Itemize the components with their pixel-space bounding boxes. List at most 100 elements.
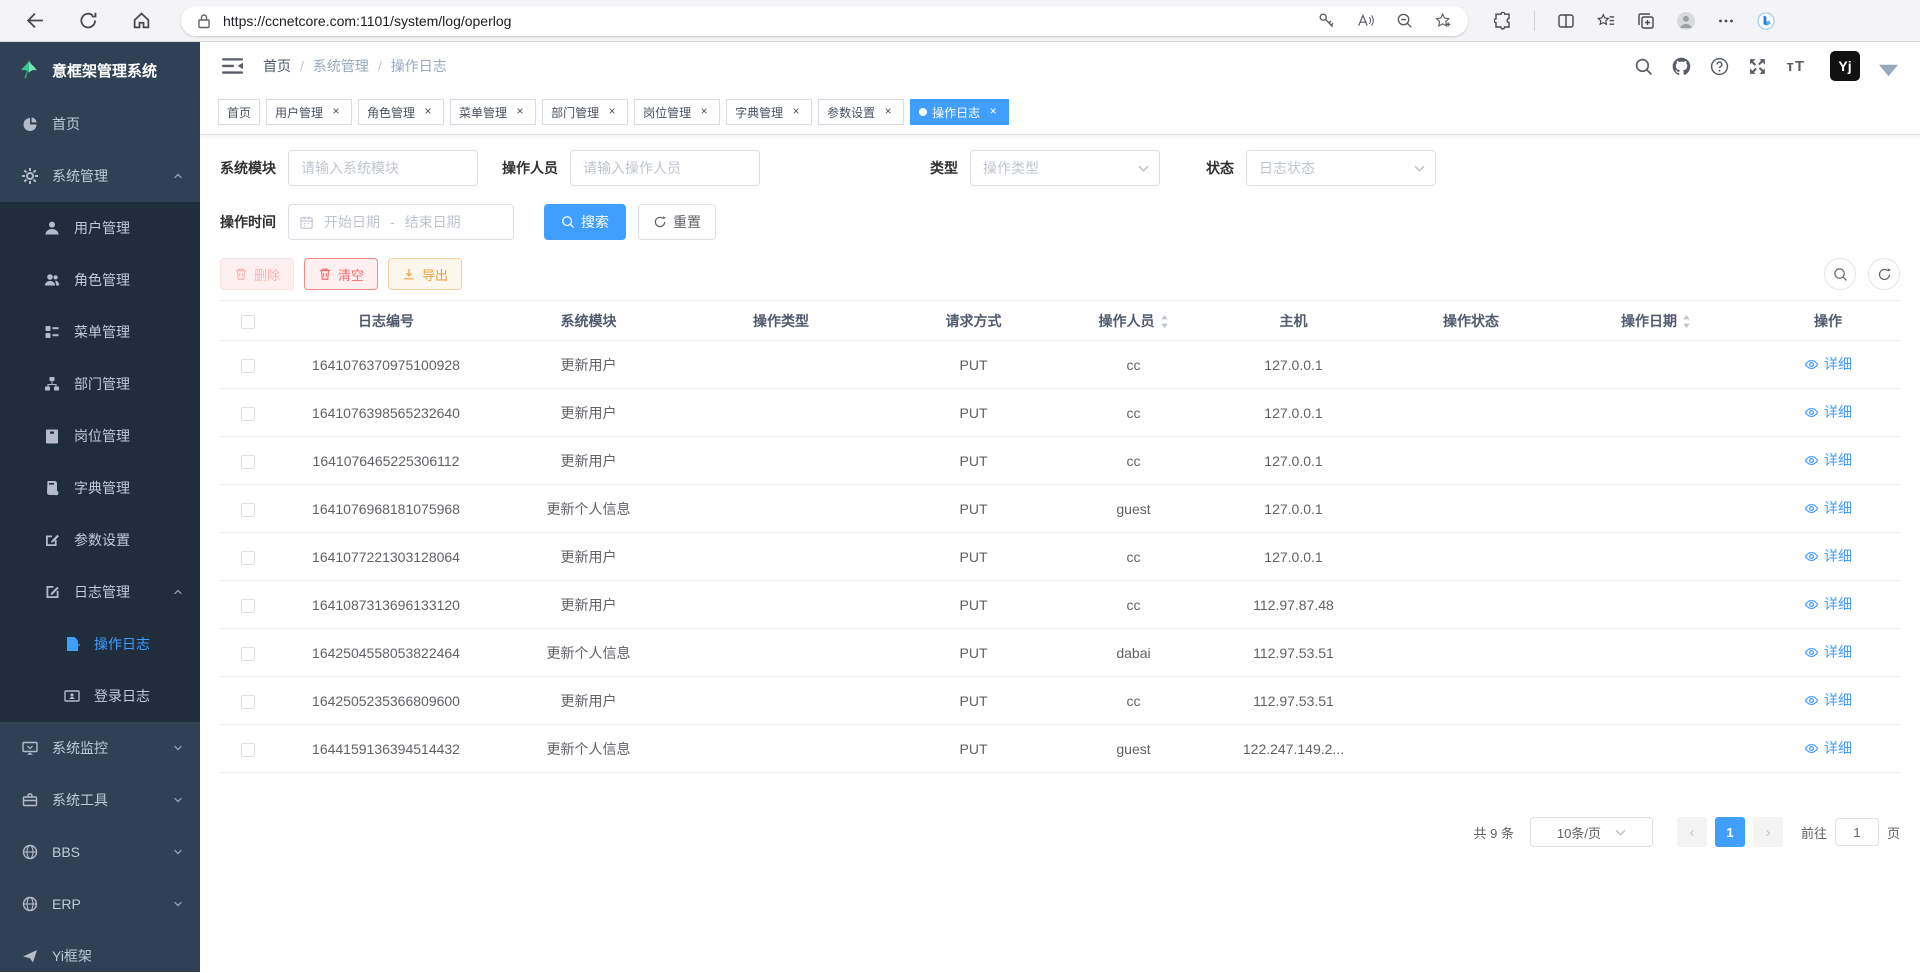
sidebar-item-system-mgmt[interactable]: 系统管理	[0, 150, 200, 202]
row-checkbox[interactable]	[241, 359, 255, 373]
sort-icon[interactable]	[1682, 315, 1691, 328]
module-input[interactable]	[288, 150, 478, 186]
sidebar-item-dept-mgmt[interactable]: 部门管理	[0, 358, 200, 410]
row-checkbox[interactable]	[241, 407, 255, 421]
menu-fold-icon[interactable]	[222, 57, 243, 75]
tab-user-mgmt[interactable]: 用户管理×	[266, 99, 352, 125]
back-icon[interactable]	[26, 11, 45, 30]
detail-link[interactable]: 详细	[1804, 642, 1852, 662]
sidebar-item-log-mgmt[interactable]: 日志管理	[0, 566, 200, 618]
split-screen-icon[interactable]	[1557, 12, 1575, 30]
goto-page-input[interactable]	[1835, 818, 1879, 846]
refresh-icon[interactable]	[79, 11, 98, 30]
address-bar[interactable]: https://ccnetcore.com:1101/system/log/op…	[181, 6, 1468, 36]
sidebar-item-post-mgmt[interactable]: 岗位管理	[0, 410, 200, 462]
close-icon[interactable]: ×	[789, 105, 803, 119]
tab-post-mgmt[interactable]: 岗位管理×	[634, 99, 720, 125]
row-checkbox[interactable]	[241, 695, 255, 709]
row-checkbox[interactable]	[241, 551, 255, 565]
sidebar-item-home[interactable]: 首页	[0, 98, 200, 150]
reset-button[interactable]: 重置	[638, 204, 716, 240]
next-page-button[interactable]: ›	[1753, 817, 1783, 847]
detail-link[interactable]: 详细	[1804, 402, 1852, 422]
row-checkbox[interactable]	[241, 503, 255, 517]
operator-input[interactable]	[570, 150, 760, 186]
column-header[interactable]: 操作日期	[1556, 301, 1756, 341]
type-select[interactable]: 操作类型	[970, 150, 1160, 186]
sidebar-item-system-tools[interactable]: 系统工具	[0, 774, 200, 826]
sort-icon[interactable]	[1160, 315, 1169, 328]
sidebar-item-system-monitor[interactable]: 系统监控	[0, 722, 200, 774]
sidebar-item-login-log[interactable]: 登录日志	[0, 670, 200, 722]
favorites-bar-icon[interactable]	[1597, 12, 1615, 30]
delete-button[interactable]: 删除	[220, 258, 294, 290]
tab-dept-mgmt[interactable]: 部门管理×	[542, 99, 628, 125]
github-icon[interactable]	[1672, 57, 1691, 76]
detail-link[interactable]: 详细	[1804, 498, 1852, 518]
tab-role-mgmt[interactable]: 角色管理×	[358, 99, 444, 125]
status-select[interactable]: 日志状态	[1246, 150, 1436, 186]
sidebar-item-erp[interactable]: ERP	[0, 878, 200, 930]
table-refresh-button[interactable]	[1868, 258, 1900, 290]
close-icon[interactable]: ×	[329, 105, 343, 119]
detail-link[interactable]: 详细	[1804, 690, 1852, 710]
sidebar-item-dict-mgmt[interactable]: 字典管理	[0, 462, 200, 514]
profile-avatar[interactable]	[1677, 12, 1695, 30]
collections-icon[interactable]	[1637, 12, 1655, 30]
close-icon[interactable]: ×	[697, 105, 711, 119]
search-icon[interactable]	[1634, 57, 1653, 76]
date-range-picker[interactable]: 开始日期 - 结束日期	[288, 204, 514, 240]
tab-dict-mgmt[interactable]: 字典管理×	[726, 99, 812, 125]
row-checkbox[interactable]	[241, 743, 255, 757]
close-icon[interactable]: ×	[513, 105, 527, 119]
tab-oper-log[interactable]: 操作日志×	[910, 99, 1009, 125]
export-button[interactable]: 导出	[388, 258, 462, 290]
fullscreen-icon[interactable]	[1748, 57, 1767, 76]
help-icon[interactable]	[1710, 57, 1729, 76]
more-icon[interactable]	[1717, 12, 1735, 30]
tab-param-settings[interactable]: 参数设置×	[818, 99, 904, 125]
close-icon[interactable]: ×	[605, 105, 619, 119]
breadcrumb-item[interactable]: 首页	[263, 56, 291, 76]
close-icon[interactable]: ×	[881, 105, 895, 119]
search-button[interactable]: 搜索	[544, 204, 626, 240]
chevron-down-icon[interactable]	[1879, 61, 1898, 80]
prev-page-button[interactable]: ‹	[1677, 817, 1707, 847]
sidebar-item-role-mgmt[interactable]: 角色管理	[0, 254, 200, 306]
home-icon[interactable]	[132, 11, 151, 30]
sidebar-item-menu-mgmt[interactable]: 菜单管理	[0, 306, 200, 358]
breadcrumb-item[interactable]: 系统管理	[313, 56, 369, 76]
sidebar-item-param-settings[interactable]: 参数设置	[0, 514, 200, 566]
table-search-button[interactable]	[1824, 258, 1856, 290]
bing-chat-icon[interactable]	[1757, 12, 1775, 30]
row-checkbox[interactable]	[241, 599, 255, 613]
close-icon[interactable]: ×	[421, 105, 435, 119]
read-aloud-icon[interactable]	[1357, 12, 1374, 29]
detail-link[interactable]: 详细	[1804, 354, 1852, 374]
sidebar-item-yi-framework[interactable]: Yi框架	[0, 930, 200, 972]
extensions-icon[interactable]	[1494, 12, 1512, 30]
row-checkbox[interactable]	[241, 455, 255, 469]
favorite-add-icon[interactable]	[1435, 12, 1452, 29]
detail-link[interactable]: 详细	[1804, 450, 1852, 470]
clear-button[interactable]: 清空	[304, 258, 378, 290]
select-all-checkbox[interactable]	[241, 315, 255, 329]
tab-menu-mgmt[interactable]: 菜单管理×	[450, 99, 536, 125]
user-logo[interactable]: Yj	[1830, 51, 1860, 81]
current-page[interactable]: 1	[1715, 817, 1745, 847]
app-logo[interactable]: 意框架管理系统	[0, 42, 200, 98]
row-checkbox[interactable]	[241, 647, 255, 661]
column-header[interactable]: 操作人员	[1066, 301, 1201, 341]
detail-link[interactable]: 详细	[1804, 546, 1852, 566]
close-icon[interactable]: ×	[986, 105, 1000, 119]
page-size-select[interactable]: 10条/页	[1530, 817, 1653, 847]
detail-link[interactable]: 详细	[1804, 738, 1852, 758]
password-key-icon[interactable]	[1318, 12, 1335, 29]
font-size-icon[interactable]: тT	[1786, 58, 1805, 75]
tab-home[interactable]: 首页	[218, 99, 260, 125]
zoom-out-icon[interactable]	[1396, 12, 1413, 29]
detail-link[interactable]: 详细	[1804, 594, 1852, 614]
sidebar-item-oper-log[interactable]: 操作日志	[0, 618, 200, 670]
sidebar-item-user-mgmt[interactable]: 用户管理	[0, 202, 200, 254]
sidebar-item-bbs[interactable]: BBS	[0, 826, 200, 878]
